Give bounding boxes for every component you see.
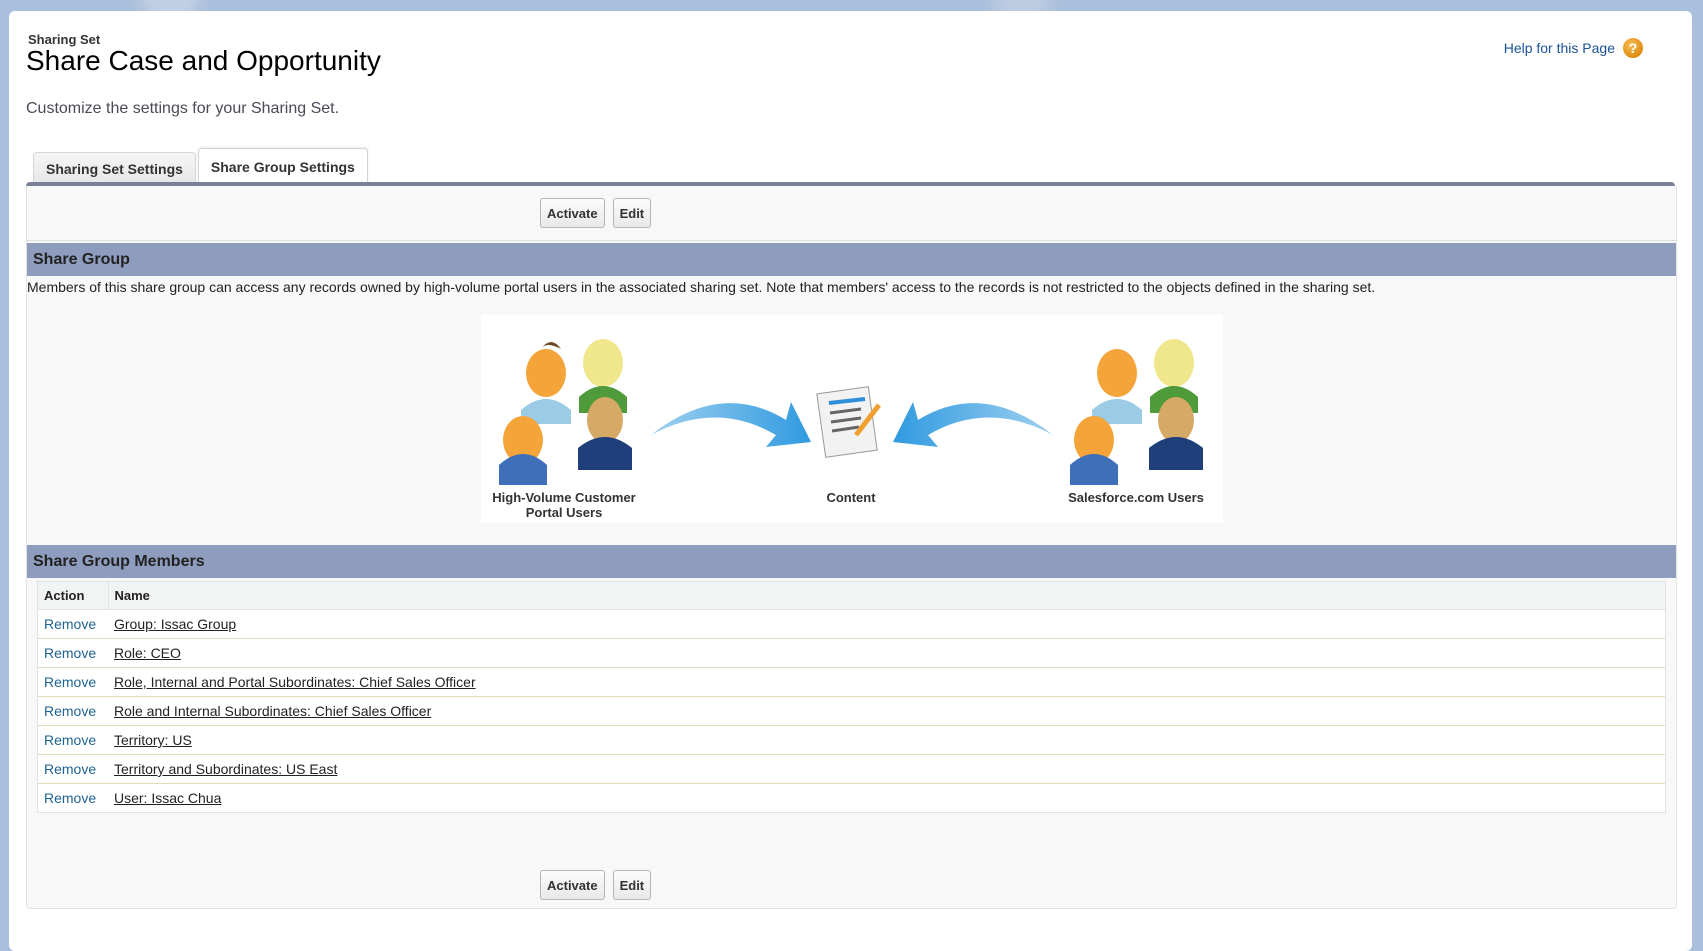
edit-button-bottom[interactable]: Edit [612, 870, 652, 900]
share-group-heading: Share Group [27, 243, 1676, 276]
top-button-bar: Activate Edit [27, 198, 1676, 228]
table-row: Remove Role, Internal and Portal Subordi… [38, 667, 1665, 697]
table-row: Remove Role and Internal Subordinates: C… [38, 696, 1665, 726]
remove-link[interactable]: Remove [44, 761, 96, 777]
arrow-left-icon [893, 402, 1053, 447]
remove-link[interactable]: Remove [44, 616, 96, 632]
member-name-link[interactable]: Territory: US [114, 732, 192, 748]
remove-link[interactable]: Remove [44, 645, 96, 661]
diagram-label-salesforce-users: Salesforce.com Users [1068, 490, 1204, 505]
remove-link[interactable]: Remove [44, 732, 96, 748]
tab-bar: Sharing Set Settings Share Group Setting… [33, 148, 368, 185]
members-table-container: Action Name Remove Group: Issac Group Re… [37, 581, 1666, 813]
column-header-name: Name [107, 582, 1665, 610]
activate-button[interactable]: Activate [540, 198, 605, 228]
member-name-link[interactable]: Role: CEO [114, 645, 181, 661]
diagram-label-portal-users: High-Volume Customer Portal Users [481, 490, 647, 520]
arrow-right-icon [651, 402, 811, 447]
remove-link[interactable]: Remove [44, 674, 96, 690]
page-description: Customize the settings for your Sharing … [26, 100, 340, 117]
edit-button[interactable]: Edit [612, 198, 652, 228]
users-group-icon-left [499, 339, 632, 485]
question-icon[interactable]: ? [1623, 38, 1643, 58]
bottom-button-bar: Activate Edit [27, 870, 1676, 900]
share-group-members-heading: Share Group Members [27, 545, 1676, 578]
page-title: Share Case and Opportunity [26, 45, 381, 76]
diagram-label-line1: High-Volume Customer [492, 490, 636, 505]
tab-share-group-settings[interactable]: Share Group Settings [197, 148, 368, 185]
column-header-action: Action [38, 582, 108, 610]
members-table: Action Name Remove Group: Issac Group Re… [38, 582, 1665, 812]
member-name-link[interactable]: Role and Internal Subordinates: Chief Sa… [114, 703, 431, 719]
table-row: Remove Role: CEO [38, 638, 1665, 668]
member-name-link[interactable]: Group: Issac Group [114, 616, 236, 632]
table-row: Remove User: Issac Chua [38, 784, 1665, 813]
member-name-link[interactable]: Territory and Subordinates: US East [114, 761, 337, 777]
table-row: Remove Territory: US [38, 725, 1665, 755]
table-row: Remove Group: Issac Group [38, 609, 1665, 639]
member-name-link[interactable]: User: Issac Chua [114, 790, 221, 806]
activate-button-bottom[interactable]: Activate [540, 870, 605, 900]
remove-link[interactable]: Remove [44, 790, 96, 806]
table-row: Remove Territory and Subordinates: US Ea… [38, 754, 1665, 784]
diagram-label-content: Content [826, 490, 876, 505]
divider [27, 240, 1676, 241]
table-header-row: Action Name [38, 582, 1665, 610]
tab-content: Activate Edit Share Group Members of thi… [26, 186, 1677, 909]
users-group-icon-right [1070, 339, 1203, 485]
share-group-description: Members of this share group can access a… [27, 279, 1376, 295]
share-group-diagram: High-Volume Customer Portal Users Conten… [481, 315, 1223, 523]
remove-link[interactable]: Remove [44, 703, 96, 719]
help-link-container[interactable]: Help for this Page ? [1504, 38, 1643, 58]
diagram-label-line2: Portal Users [525, 505, 603, 520]
member-name-link[interactable]: Role, Internal and Portal Subordinates: … [114, 674, 476, 690]
tab-sharing-set-settings[interactable]: Sharing Set Settings [33, 152, 196, 185]
help-for-this-page-link[interactable]: Help for this Page [1504, 40, 1615, 56]
document-icon [816, 386, 881, 458]
